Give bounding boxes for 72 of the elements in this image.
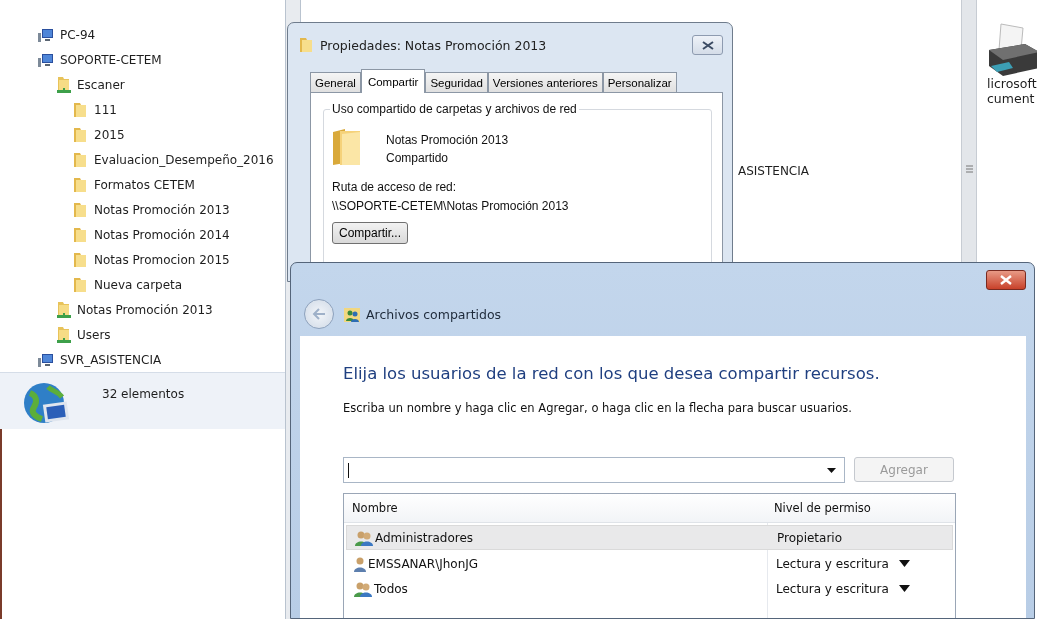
tab[interactable]: Seguridad <box>425 72 488 92</box>
tab[interactable]: Compartir <box>360 69 426 93</box>
permission-level: Lectura y escritura <box>776 556 889 571</box>
network-path: \\SOPORTE-CETEM\Notas Promoción 2013 <box>332 199 570 213</box>
printer-label: cument <box>987 91 1036 106</box>
instruction-text: Escriba un nombre y haga clic en Agregar, o haga clic en la flecha para buscar usuarios. <box>343 401 853 415</box>
group-title: Uso compartido de carpetas y archivos de red <box>330 102 579 116</box>
column-header[interactable]: Nivel de permiso <box>774 501 871 515</box>
user-name: EMSSANAR\JhonJG <box>368 556 479 571</box>
close-icon <box>1000 275 1012 285</box>
computer-label[interactable]: ASISTENCIA <box>738 164 809 178</box>
tab[interactable]: Personalizar <box>602 72 677 92</box>
tree-item[interactable]: Users <box>0 322 285 347</box>
tree-item[interactable]: SOPORTE-CETEM <box>0 47 285 72</box>
share-button[interactable]: Compartir... <box>332 222 408 244</box>
folder-icon <box>298 37 314 53</box>
tree-item[interactable]: PC-94 <box>0 22 285 47</box>
computer-icon <box>38 52 54 67</box>
permission-level: Propietario <box>777 530 843 545</box>
computer-icon <box>38 352 54 367</box>
tree-item[interactable]: Formatos CETEM <box>0 172 285 197</box>
folder-icon <box>72 101 88 118</box>
people-folder-icon <box>344 306 360 322</box>
close-button[interactable] <box>986 270 1026 290</box>
shared-folder-icon <box>55 325 71 344</box>
folder-icon <box>72 276 88 293</box>
back-arrow-icon <box>312 308 326 320</box>
computer-icon <box>38 27 54 42</box>
tree-item[interactable]: Notas Promocion 2015 <box>0 247 285 272</box>
permission-level: Lectura y escritura <box>776 581 889 596</box>
user-row[interactable]: EMSSANAR\JhonJG Lectura y escritura <box>346 552 953 575</box>
folder-icon <box>72 126 88 143</box>
tab[interactable]: Versiones anteriores <box>487 72 603 92</box>
people-icon <box>354 580 372 597</box>
tree-item[interactable]: Evaluacion_Desempeño_2016 <box>0 147 285 172</box>
folder-icon <box>72 151 88 168</box>
caret-icon <box>827 467 836 473</box>
tree-item[interactable]: 2015 <box>0 122 285 147</box>
folder-icon <box>72 251 88 268</box>
tree-item[interactable]: Escaner <box>0 72 285 97</box>
user-name: Administradores <box>375 530 474 545</box>
close-icon <box>701 40 714 50</box>
folder-icon <box>332 128 362 166</box>
tree-item[interactable]: 111 <box>0 97 285 122</box>
scroll-grip-icon <box>965 165 973 173</box>
share-status: Compartido <box>386 151 450 165</box>
user-row[interactable]: Administradores Propietario <box>346 525 953 550</box>
user-combo-field[interactable] <box>343 457 845 483</box>
folder-name: Notas Promoción 2013 <box>386 133 509 147</box>
tree-item[interactable]: Notas Promoción 2013 <box>0 297 285 322</box>
shared-folder-icon <box>55 300 71 319</box>
user-row[interactable]: Todos Lectura y escritura <box>346 577 953 600</box>
tree-item[interactable]: SVR_ASISTENCIA <box>0 347 285 372</box>
user-name: Todos <box>374 581 408 596</box>
column-header[interactable]: Nombre <box>352 501 398 515</box>
dialog-title: Propiedades: Notas Promoción 2013 <box>320 37 548 53</box>
close-button[interactable] <box>692 35 723 55</box>
tree-item[interactable]: Notas Promoción 2014 <box>0 222 285 247</box>
tree-item[interactable]: Nueva carpeta <box>0 272 285 297</box>
tree-item[interactable]: Notas Promoción 2013 <box>0 197 285 222</box>
folder-icon <box>72 176 88 193</box>
path-label: Ruta de acceso de red: <box>332 180 458 194</box>
wizard-heading: Elija los usuarios de la red con los que desea compartir recursos. <box>343 364 881 383</box>
printer-label: licrosoft <box>987 76 1037 91</box>
wizard-title: Archivos compartidos <box>366 306 502 322</box>
folder-icon <box>72 226 88 243</box>
tab[interactable]: General <box>310 72 361 92</box>
shared-folder-icon <box>55 75 71 94</box>
person-icon <box>354 555 366 572</box>
folder-icon <box>72 201 88 218</box>
item-count: 32 elementos <box>102 386 185 403</box>
people-icon <box>355 529 373 546</box>
